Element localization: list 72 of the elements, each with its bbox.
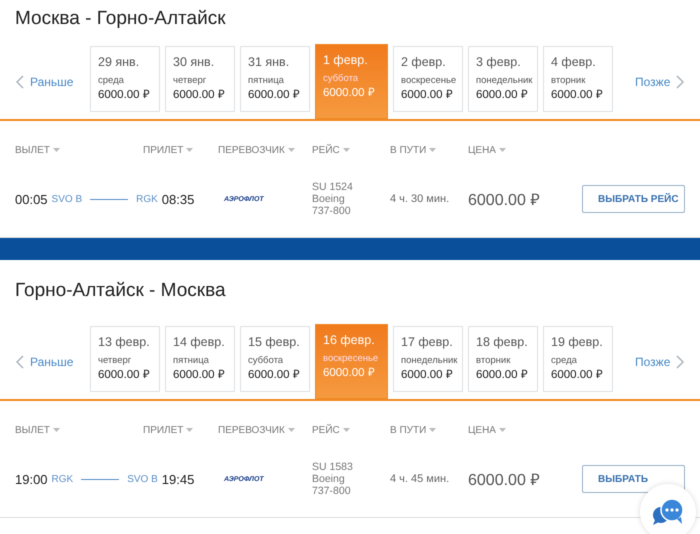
sort-caret-icon (429, 148, 436, 152)
column-header[interactable]: ЦЕНА (468, 424, 582, 436)
column-header[interactable]: ПРИЛЕТ (143, 424, 218, 436)
airport-code: RGK (136, 194, 158, 204)
departure-time: 19:00 (15, 472, 48, 486)
route-title: Горно-Алтайск - Москва (14, 279, 227, 303)
date-tab[interactable]: 13 февр. четверг 6000.00 ₽ (90, 326, 160, 392)
price: 6000.00 ₽ (468, 191, 540, 210)
column-header[interactable]: ВЫЛЕТ (15, 424, 143, 436)
flight-number: SU 1583 (312, 461, 354, 473)
chat-button[interactable] (640, 484, 696, 534)
aircraft-make: Boeing (312, 473, 346, 485)
airport-code: SVO B (52, 194, 82, 204)
date-tab[interactable]: 3 февр. понедельник 6000.00 ₽ (468, 46, 538, 112)
duration: 4 ч. 30 мин. (390, 193, 450, 205)
date-tab[interactable]: 2 февр. воскресенье 6000.00 ₽ (393, 46, 463, 112)
earlier-link[interactable]: Раньше (0, 355, 90, 399)
select-flight-button[interactable]: ВЫБРАТЬ РЕЙС (582, 185, 685, 213)
route-title: Москва - Горно-Алтайск (14, 7, 227, 31)
later-link[interactable]: Позже (613, 355, 684, 399)
date-tab[interactable]: 30 янв. четверг 6000.00 ₽ (165, 46, 235, 112)
airport-code: RGK (52, 474, 74, 484)
sort-caret-icon (498, 428, 506, 432)
date-tab[interactable]: 4 февр. вторник 6000.00 ₽ (543, 46, 613, 112)
sort-caret-icon (429, 428, 436, 432)
date-tab[interactable]: 1 февр. суббота 6000.00 ₽ (315, 44, 388, 119)
price: 6000.00 ₽ (468, 471, 540, 490)
column-header[interactable]: В ПУТИ (390, 144, 468, 156)
date-tab[interactable]: 16 февр. воскресенье 6000.00 ₽ (315, 324, 388, 399)
chevron-right-icon (676, 75, 684, 89)
sort-caret-icon (288, 428, 295, 432)
chevron-left-icon (16, 355, 24, 369)
column-header[interactable]: В ПУТИ (390, 424, 468, 436)
select-flight-button[interactable]: ВЫБРАТЬ (582, 465, 685, 493)
chevron-left-icon (16, 75, 24, 89)
chat-bubbles-icon (651, 498, 685, 526)
sort-caret-icon (342, 148, 350, 152)
aircraft-model: 737-800 (312, 485, 352, 497)
date-tab[interactable]: 17 февр. понедельник 6000.00 ₽ (393, 326, 463, 392)
sort-caret-icon (498, 148, 506, 152)
sort-caret-icon (186, 148, 194, 152)
sort-caret-icon (52, 428, 60, 432)
date-tab[interactable]: 19 февр. среда 6000.00 ₽ (543, 326, 613, 392)
flight-number: SU 1524 (312, 181, 354, 193)
chevron-right-icon (676, 355, 684, 369)
route-line (90, 198, 128, 200)
date-tab[interactable]: 18 февр. вторник 6000.00 ₽ (468, 326, 538, 392)
sort-caret-icon (342, 428, 350, 432)
date-tab[interactable]: 29 янв. среда 6000.00 ₽ (90, 46, 160, 112)
duration: 4 ч. 45 мин. (390, 473, 450, 485)
departure-time: 00:05 (15, 192, 48, 206)
later-link[interactable]: Позже (613, 75, 684, 119)
column-header[interactable]: РЕЙС (312, 144, 390, 156)
sort-caret-icon (186, 428, 194, 432)
arrival-time: 08:35 (162, 192, 194, 206)
earlier-link[interactable]: Раньше (0, 75, 90, 119)
column-header[interactable]: ПЕРЕВОЗЧИК (218, 144, 312, 156)
aircraft-make: Boeing (312, 193, 346, 205)
column-header[interactable]: ЦЕНА (468, 144, 582, 156)
airport-code: SVO B (127, 474, 158, 484)
column-header[interactable]: ПЕРЕВОЗЧИК (218, 424, 312, 436)
aircraft-model: 737-800 (312, 205, 352, 217)
date-tab[interactable]: 15 февр. суббота 6000.00 ₽ (240, 326, 310, 392)
sort-caret-icon (288, 148, 295, 152)
arrival-time: 19:45 (162, 472, 194, 486)
column-header[interactable]: ВЫЛЕТ (15, 144, 143, 156)
date-tab[interactable]: 14 февр. пятница 6000.00 ₽ (165, 326, 235, 392)
date-tab[interactable]: 31 янв. пятница 6000.00 ₽ (240, 46, 310, 112)
column-header[interactable]: ПРИЛЕТ (143, 144, 218, 156)
route-line (81, 478, 120, 480)
column-header[interactable]: РЕЙС (312, 424, 390, 436)
sort-caret-icon (52, 148, 60, 152)
